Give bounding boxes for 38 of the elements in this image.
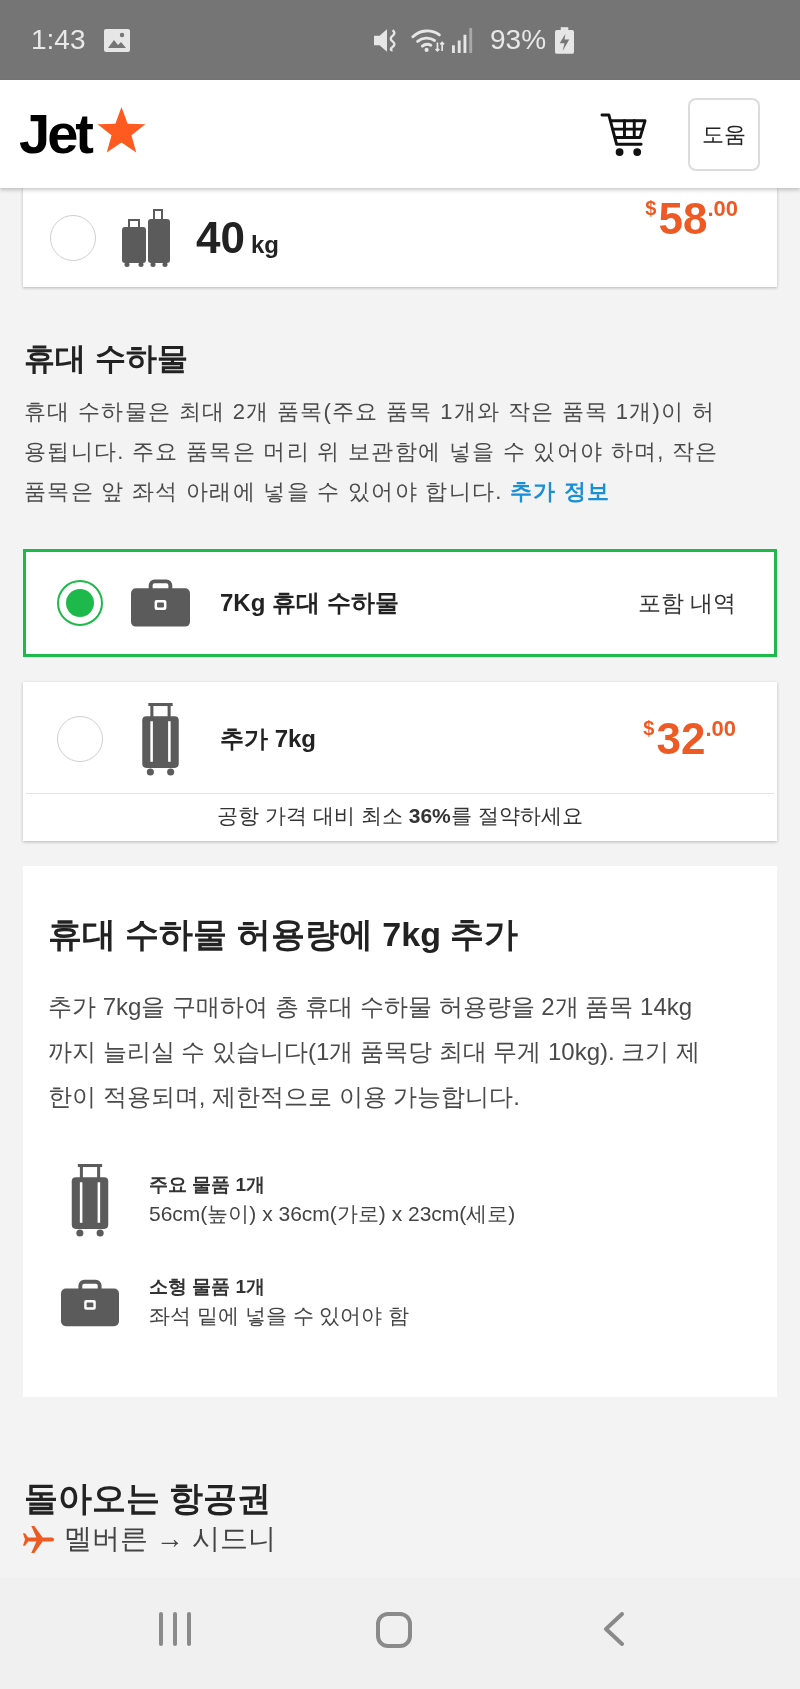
item-title: 소형 물품 1개 <box>149 1275 267 1299</box>
option-label: 추가 7kg <box>220 724 317 754</box>
suitcase-icon <box>71 1164 109 1237</box>
back-icon[interactable] <box>602 1612 625 1646</box>
star-icon <box>96 107 146 153</box>
info-text: 추가 7kg을 구매하여 총 휴대 수하물 허용량을 2개 품목 14kg까지 늘리실 수 있습니다(1개 품목당 최대 무게 10kg). 크기 제한이 적용되며, 제한적으로 이용 가능합니다. <box>48 992 702 1112</box>
cart-icon[interactable] <box>600 111 647 157</box>
logo-text[interactable]: Jet <box>19 106 91 162</box>
wifi-icon <box>411 27 445 53</box>
suitcase-icon <box>142 702 179 776</box>
item-detail: 좌석 밑에 넣을 수 있어야 함 <box>149 1303 410 1329</box>
radio-button[interactable] <box>57 580 103 626</box>
charging-battery-icon <box>555 26 575 54</box>
baggage-weight: 40 kg <box>196 215 279 260</box>
two-suitcases-icon <box>122 208 170 267</box>
included-note: 포함 내역 <box>637 588 736 618</box>
battery-percentage: 93% <box>490 26 547 54</box>
section-heading: 돌아오는 항공권 <box>23 1478 273 1519</box>
radio-button[interactable] <box>50 214 96 261</box>
airplane-icon <box>22 1524 55 1554</box>
baggage-option-card[interactable]: 7Kg 휴대 수하물 포함 내역 <box>23 549 777 657</box>
flight-route: 멜버른 → 시드니 <box>64 1522 276 1556</box>
briefcase-icon <box>61 1279 119 1327</box>
help-button[interactable]: 도움 <box>688 97 760 171</box>
home-icon[interactable] <box>376 1612 412 1648</box>
item-title: 주요 물품 1개 <box>149 1172 267 1197</box>
briefcase-icon <box>131 579 190 627</box>
signal-icon <box>452 27 475 53</box>
recent-apps-icon[interactable] <box>159 1612 191 1646</box>
section-heading: 휴대 수하물 <box>24 340 189 378</box>
radio-button[interactable] <box>57 716 103 762</box>
option-label: 7Kg 휴대 수하물 <box>220 588 399 618</box>
carry-on-description: 휴대 수하물은 최대 2개 품목(주요 품목 1개와 작은 품목 1개)이 허용됩니다. 주요 품목은 머리 위 보관함에 넣을 수 있어야 하며, 작은 품목은 앞 좌석 아래에 넣을 수 있어야 합니다. 추가 정보 <box>24 398 720 506</box>
item-detail: 56cm(높이) x 36cm(가로) x 23cm(세로) <box>149 1200 516 1227</box>
info-heading: 휴대 수하물 허용량에 7kg 추가 <box>48 914 520 955</box>
savings-note: 공항 가격 대비 최소 36%를 절약하세요 <box>217 803 583 830</box>
status-time: 1:43 <box>31 26 86 54</box>
image-icon <box>103 28 130 52</box>
